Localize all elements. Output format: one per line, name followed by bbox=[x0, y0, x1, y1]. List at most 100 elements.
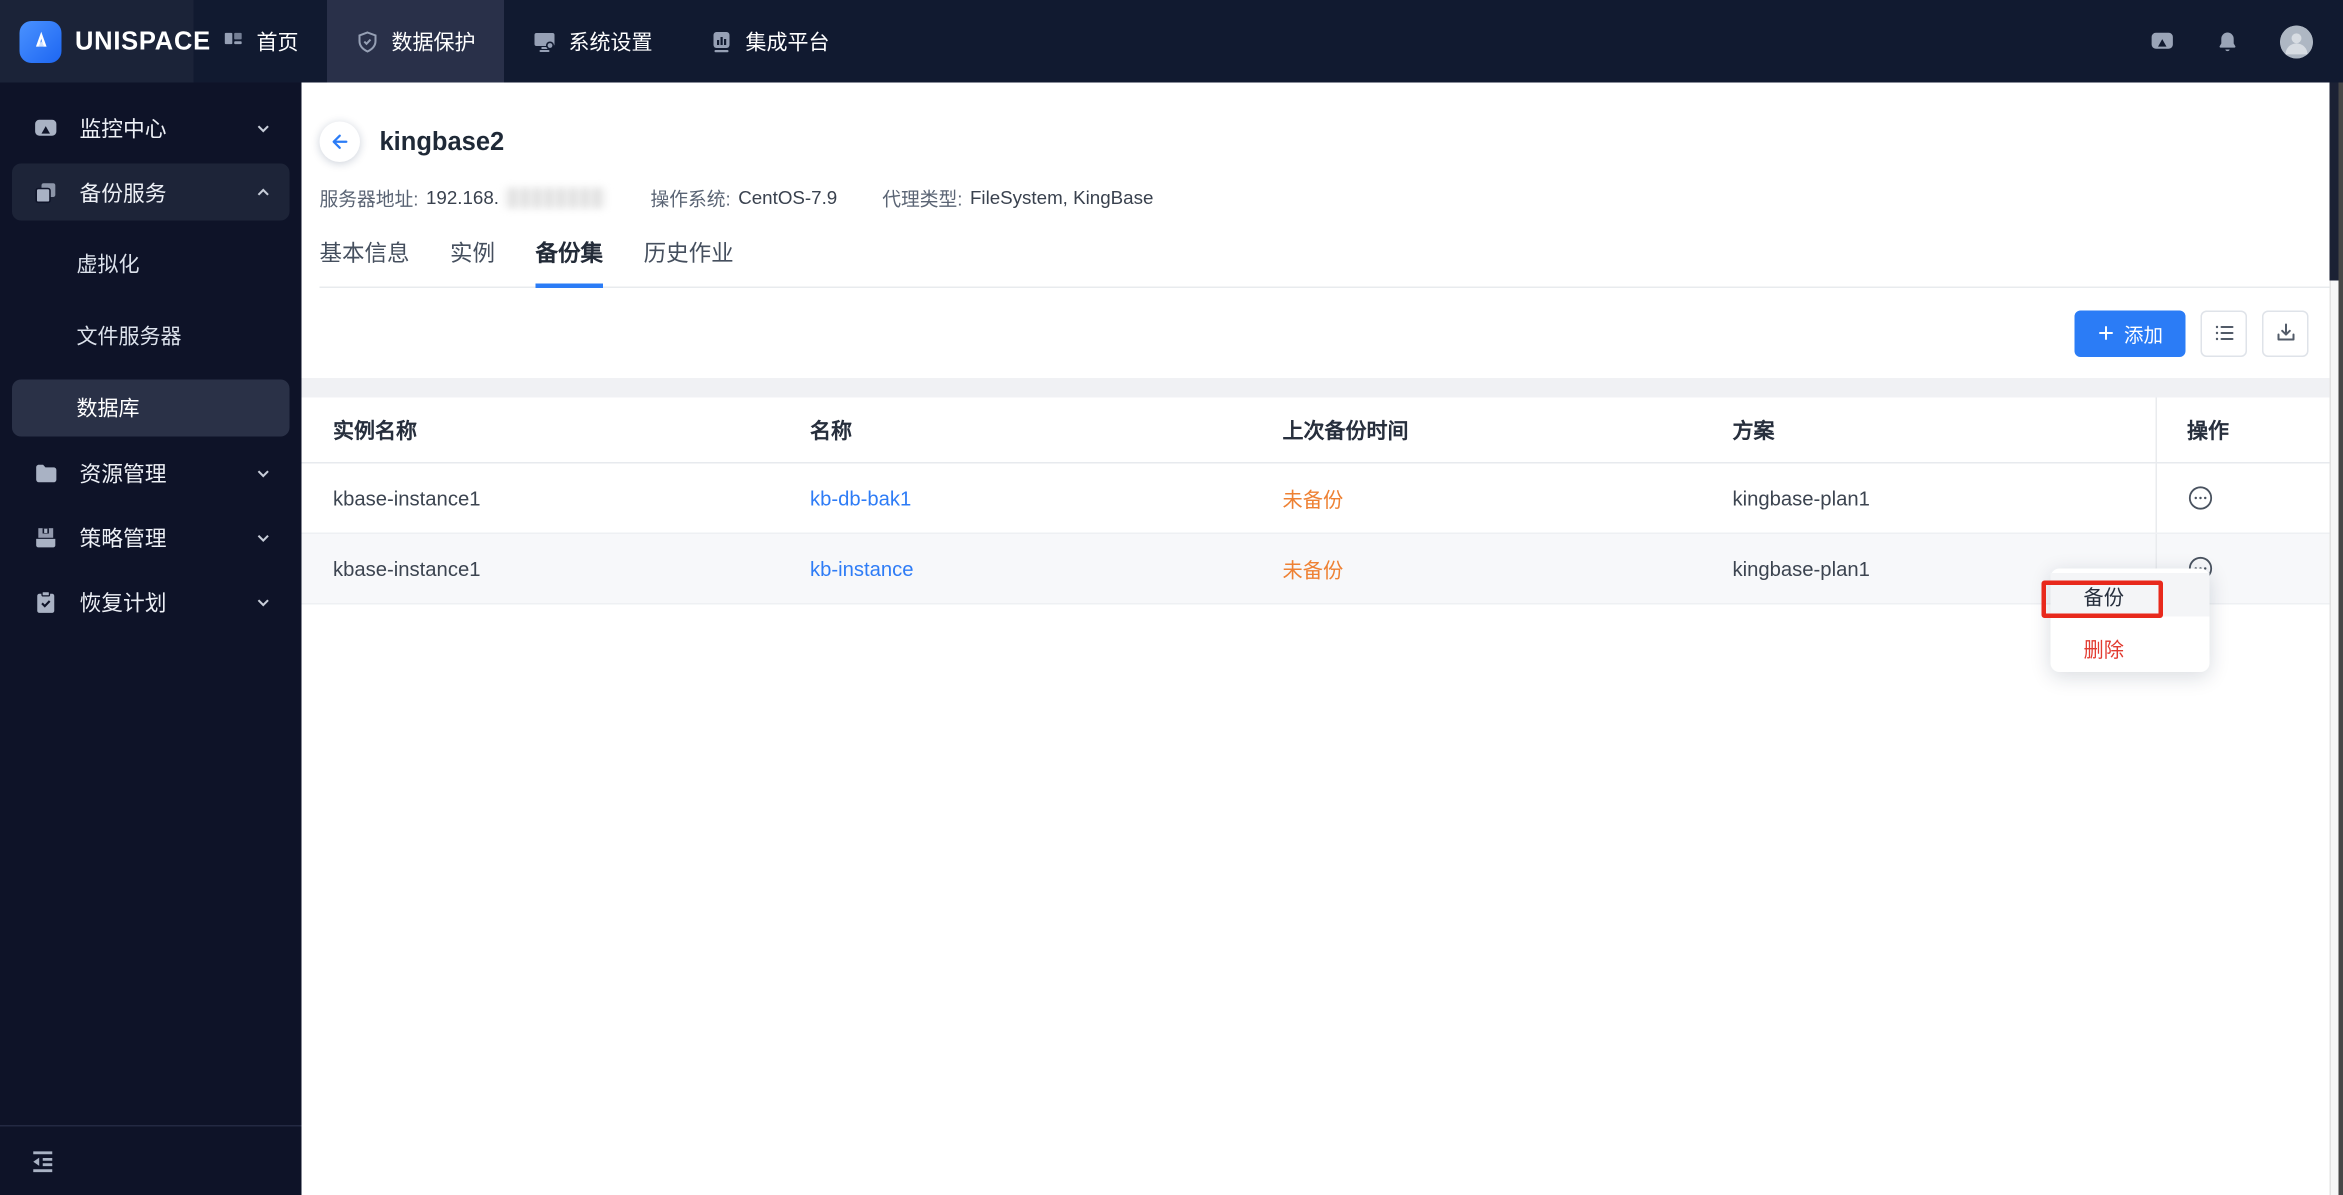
scrollbar-edge-line bbox=[2338, 82, 2343, 1195]
page-header: kingbase2 服务器地址: 192.168. 操作系统: CentOS-7… bbox=[302, 83, 2330, 288]
server-address-value: 192.168. bbox=[425, 186, 499, 208]
storage-drive-icon bbox=[33, 524, 59, 550]
chevron-down-icon bbox=[255, 464, 272, 481]
bar-chart-icon bbox=[710, 29, 734, 53]
brand-name: UNISPACE bbox=[75, 26, 211, 55]
tab-history-jobs[interactable]: 历史作业 bbox=[644, 237, 734, 288]
download-icon bbox=[2276, 323, 2294, 341]
nav-label: 集成平台 bbox=[745, 29, 830, 54]
sidebar-item-backup-service[interactable]: 备份服务 bbox=[12, 163, 290, 221]
page-title: kingbase2 bbox=[379, 126, 505, 156]
sidebar-item-monitoring-center[interactable]: 监控中心 bbox=[12, 99, 290, 156]
nav-item-data-protection[interactable]: 数据保护 bbox=[327, 0, 504, 83]
cell-instance-name: kbase-instance1 bbox=[333, 557, 481, 580]
tab-instance[interactable]: 实例 bbox=[450, 237, 495, 288]
chevron-up-icon bbox=[255, 184, 272, 201]
nav-label: 数据保护 bbox=[391, 29, 476, 54]
backup-set-link[interactable]: kb-db-bak1 bbox=[810, 487, 911, 510]
chevron-down-icon bbox=[255, 119, 272, 136]
brand-logo[interactable]: UNISPACE bbox=[0, 0, 210, 83]
nav-label: 首页 bbox=[256, 29, 299, 54]
unispace-logo-icon bbox=[19, 20, 62, 63]
cell-plan: kingbase-plan1 bbox=[1732, 486, 1870, 510]
dashboard-icon bbox=[222, 30, 245, 53]
sidebar-item-label: 监控中心 bbox=[79, 117, 167, 142]
sidebar-item-label: 资源管理 bbox=[79, 462, 167, 487]
table-header-row: 实例名称 名称 上次备份时间 方案 操作 bbox=[301, 397, 2330, 464]
sidebar-subitem-label: 文件服务器 bbox=[76, 324, 182, 348]
sidebar-footer bbox=[0, 1125, 302, 1195]
tab-backup-set[interactable]: 备份集 bbox=[535, 237, 604, 288]
topbar: UNISPACE 首页 数据保护 系统设置 集成平台 bbox=[0, 0, 2343, 83]
col-header-plan: 方案 bbox=[1732, 417, 1775, 442]
backup-set-link[interactable]: kb-instance bbox=[810, 557, 914, 580]
menu-item-backup[interactable]: 备份 bbox=[2050, 573, 2210, 617]
sidebar-item-policy-management[interactable]: 策略管理 bbox=[12, 509, 290, 566]
folder-icon bbox=[33, 460, 59, 486]
col-header-last-backup-time: 上次备份时间 bbox=[1282, 417, 1409, 442]
sidebar-subitem-file-server[interactable]: 文件服务器 bbox=[0, 300, 302, 372]
export-download-button[interactable] bbox=[2262, 309, 2309, 357]
main-content: kingbase2 服务器地址: 192.168. 操作系统: CentOS-7… bbox=[301, 82, 2330, 1195]
sidebar-item-label: 策略管理 bbox=[79, 527, 167, 552]
sidebar-subitem-virtualization[interactable]: 虚拟化 bbox=[0, 228, 302, 300]
vertical-scrollbar[interactable] bbox=[2329, 82, 2343, 1195]
col-header-name: 名称 bbox=[810, 417, 852, 442]
row-more-actions-button[interactable] bbox=[2187, 485, 2214, 512]
clipboard-check-icon bbox=[33, 589, 59, 615]
sidebar-menu: 监控中心 备份服务 虚拟化 文件服务器 数据库 资源管理 策略管理 恢复计划 bbox=[0, 83, 302, 631]
section-divider-band bbox=[301, 378, 2330, 398]
user-avatar[interactable] bbox=[2280, 24, 2313, 58]
col-header-actions: 操作 bbox=[2155, 397, 2330, 462]
nav-item-home[interactable]: 首页 bbox=[194, 0, 328, 83]
table-toolbar: 添加 bbox=[302, 288, 2330, 378]
last-backup-status: 未备份 bbox=[1282, 559, 1344, 583]
topbar-right bbox=[2150, 0, 2343, 83]
menu-item-delete[interactable]: 删除 bbox=[2051, 626, 2210, 670]
agent-type-value: FileSystem, KingBase bbox=[969, 186, 1154, 208]
sidebar-item-label: 备份服务 bbox=[79, 182, 167, 207]
add-button[interactable]: 添加 bbox=[2074, 309, 2186, 357]
server-address: 服务器地址: 192.168. bbox=[320, 183, 606, 212]
row-actions-dropdown: 备份 删除 bbox=[2050, 568, 2210, 672]
tab-basic-info[interactable]: 基本信息 bbox=[320, 237, 410, 288]
sidebar-collapse-icon[interactable] bbox=[29, 1147, 58, 1176]
last-backup-status: 未备份 bbox=[1282, 489, 1344, 512]
list-view-button[interactable] bbox=[2200, 309, 2247, 357]
screen-share-icon[interactable] bbox=[2150, 29, 2176, 55]
sidebar-item-recovery-plan[interactable]: 恢复计划 bbox=[12, 573, 290, 630]
chevron-down-icon bbox=[255, 529, 272, 546]
detail-tabs: 基本信息 实例 备份集 历史作业 bbox=[319, 237, 2330, 288]
nav-item-system-settings[interactable]: 系统设置 bbox=[504, 0, 681, 83]
redacted-ip-blur bbox=[503, 186, 606, 208]
monitor-cast-icon bbox=[33, 115, 59, 141]
cell-instance-name: kbase-instance1 bbox=[333, 486, 481, 510]
list-icon bbox=[2215, 325, 2233, 341]
copy-stack-icon bbox=[33, 179, 59, 205]
sidebar-subitem-label: 数据库 bbox=[76, 396, 140, 420]
agent-type: 代理类型: FileSystem, KingBase bbox=[882, 186, 1154, 210]
shield-check-icon bbox=[356, 29, 380, 53]
table-row: kbase-instance1 kb-db-bak1 未备份 kingbase-… bbox=[301, 463, 2330, 534]
nav-label: 系统设置 bbox=[568, 29, 653, 54]
nav-item-integration-platform[interactable]: 集成平台 bbox=[681, 0, 858, 83]
top-nav: 首页 数据保护 系统设置 集成平台 bbox=[194, 0, 859, 83]
os-value: CentOS-7.9 bbox=[738, 186, 838, 208]
sidebar: 监控中心 备份服务 虚拟化 文件服务器 数据库 资源管理 策略管理 恢复计划 bbox=[0, 82, 302, 1195]
chevron-down-icon bbox=[255, 593, 272, 610]
sidebar-subitem-label: 虚拟化 bbox=[76, 252, 140, 276]
col-header-instance-name: 实例名称 bbox=[333, 417, 417, 442]
add-button-label: 添加 bbox=[2123, 323, 2163, 346]
sidebar-subitem-database[interactable]: 数据库 bbox=[12, 379, 290, 437]
sidebar-item-resource-management[interactable]: 资源管理 bbox=[12, 444, 290, 501]
bell-icon[interactable] bbox=[2216, 29, 2240, 53]
table-row: kbase-instance1 kb-instance 未备份 kingbase… bbox=[301, 534, 2330, 605]
server-meta: 服务器地址: 192.168. 操作系统: CentOS-7.9 代理类型: F… bbox=[320, 183, 2330, 212]
backup-set-table: 实例名称 名称 上次备份时间 方案 操作 kbase-instance1 kb-… bbox=[301, 397, 2330, 605]
back-button[interactable] bbox=[319, 121, 360, 162]
operating-system: 操作系统: CentOS-7.9 bbox=[650, 186, 838, 210]
plus-icon bbox=[2099, 326, 2113, 340]
app-window: UNISPACE 首页 数据保护 系统设置 集成平台 监控中心 备份服务 虚拟化… bbox=[0, 0, 2343, 1195]
sidebar-item-label: 恢复计划 bbox=[79, 591, 167, 616]
monitor-gear-icon bbox=[533, 29, 557, 53]
